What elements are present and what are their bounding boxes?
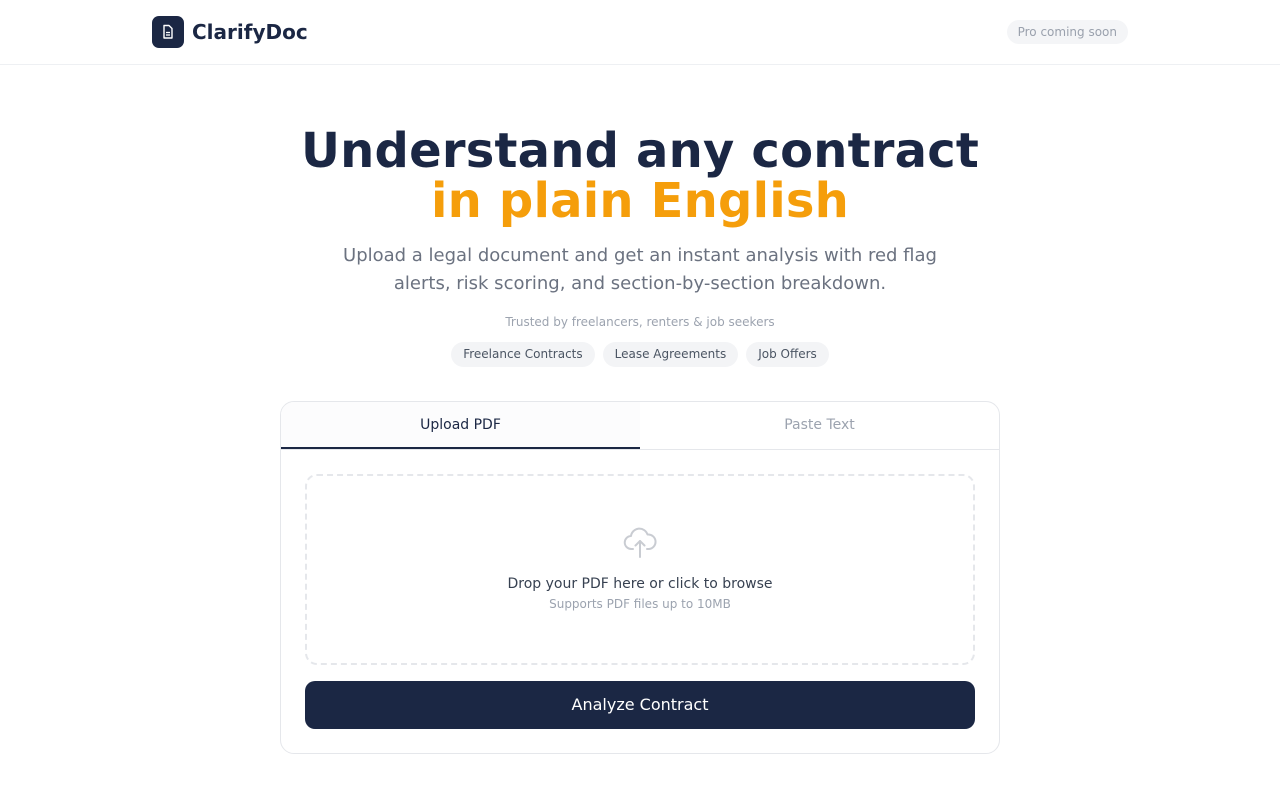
hero-title-line1: Understand any contract <box>300 123 980 179</box>
tag-freelance-contracts: Freelance Contracts <box>451 342 595 367</box>
tag-job-offers: Job Offers <box>746 342 829 367</box>
dropzone-subtitle: Supports PDF files up to 10MB <box>549 597 731 611</box>
tag-lease-agreements: Lease Agreements <box>602 342 739 367</box>
brand[interactable]: ClarifyDoc <box>152 16 308 48</box>
pdf-dropzone[interactable]: Drop your PDF here or click to browse Su… <box>305 474 975 665</box>
input-tabs: Upload PDF Paste Text <box>281 402 999 450</box>
hero-subtitle: Upload a legal document and get an insta… <box>343 245 937 294</box>
dropzone-title: Drop your PDF here or click to browse <box>507 576 773 592</box>
tab-paste-text[interactable]: Paste Text <box>640 402 999 449</box>
cloud-upload-icon <box>307 524 973 564</box>
trusted-by-text: Trusted by freelancers, renters & job se… <box>505 315 775 329</box>
hero-section: Understand any contract in plain English… <box>0 126 1280 367</box>
document-icon <box>152 16 184 48</box>
hero-title-accent: in plain English <box>430 173 850 229</box>
brand-name: ClarifyDoc <box>192 20 308 44</box>
top-header: ClarifyDoc Pro coming soon <box>0 0 1280 65</box>
upload-card: Upload PDF Paste Text Drop your PDF here… <box>280 401 1000 754</box>
hero-title: Understand any contract in plain English <box>0 126 1280 226</box>
analyze-contract-button[interactable]: Analyze Contract <box>305 681 975 729</box>
pro-badge: Pro coming soon <box>1006 20 1128 44</box>
tab-upload-pdf[interactable]: Upload PDF <box>281 402 640 449</box>
use-case-tags: Freelance Contracts Lease Agreements Job… <box>0 342 1280 367</box>
